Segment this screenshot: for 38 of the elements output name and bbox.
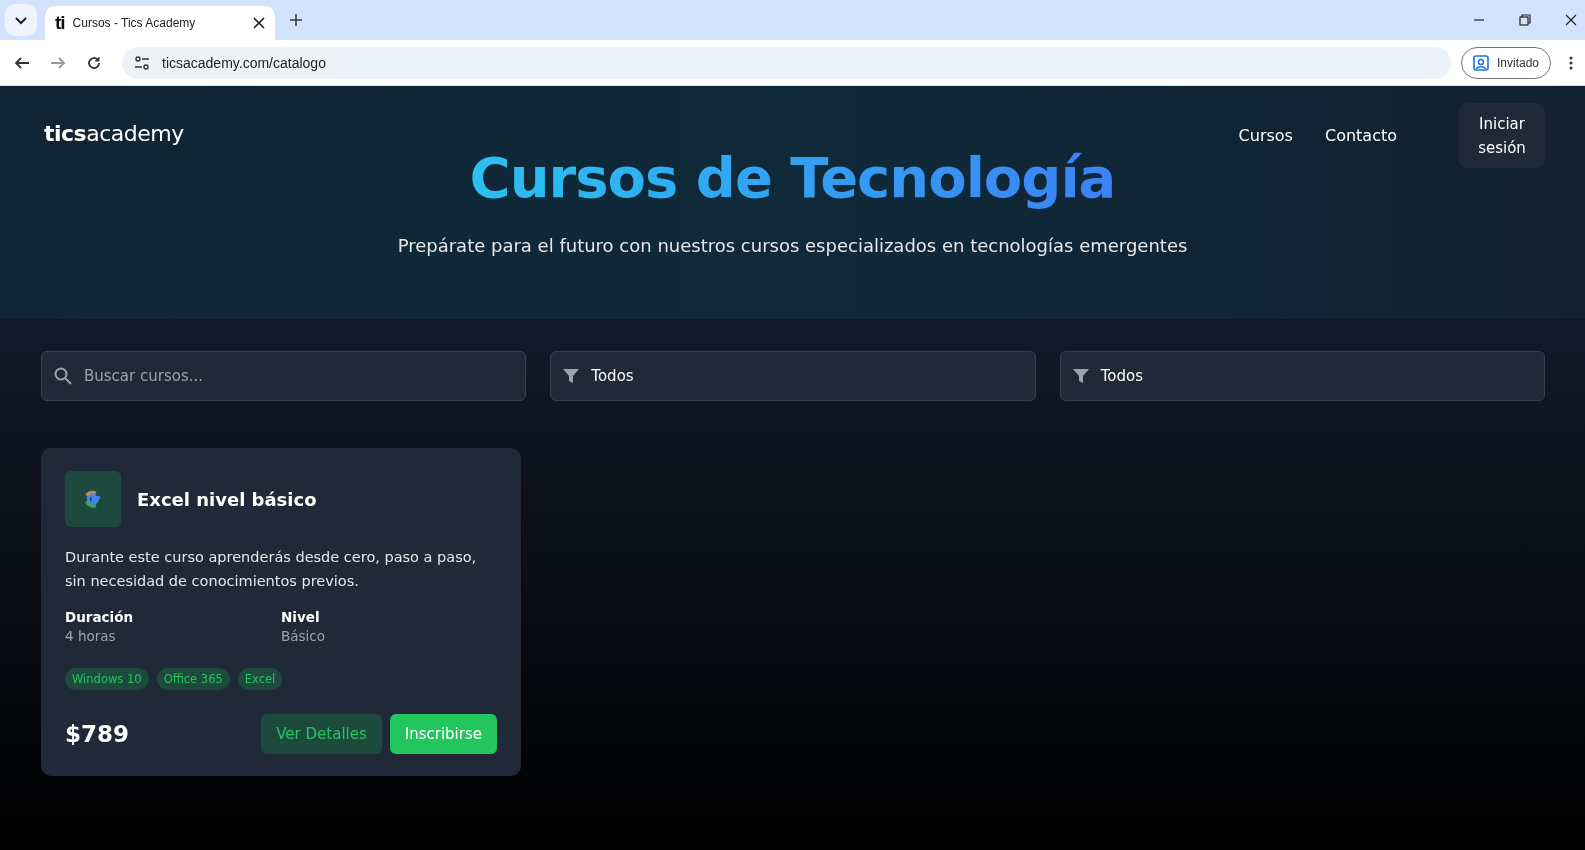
favicon: ti — [55, 12, 65, 34]
logo[interactable]: ticsacademy — [44, 121, 1239, 146]
details-button[interactable]: Ver Detalles — [261, 714, 382, 754]
tag: Office 365 — [156, 668, 230, 690]
more-icon[interactable] — [1569, 54, 1573, 71]
filter-dropdown[interactable]: Todos — [1059, 351, 1545, 401]
page-subtitle: Prepárate para el futuro con nuestros cursos especializados en tecnologías emergentes — [396, 235, 1189, 256]
filter-icon — [563, 368, 580, 384]
nav-link[interactable]: Cursos — [1238, 126, 1293, 145]
close-icon[interactable] — [253, 17, 265, 29]
browser-tab[interactable]: ti Cursos - Tics Academy — [45, 6, 275, 40]
address-bar[interactable]: ticsacademy.com/catalogo — [122, 46, 1451, 79]
nav-link[interactable]: Contacto — [1324, 126, 1397, 145]
search-field[interactable]: Buscar cursos... — [41, 351, 527, 401]
tag: Excel — [237, 668, 283, 690]
close-icon[interactable] — [1565, 14, 1577, 26]
search-icon — [54, 367, 72, 385]
detail-label: Duración — [65, 609, 135, 625]
tab-title: Cursos - Tics Academy — [72, 16, 197, 30]
tab-list-icon[interactable] — [5, 4, 37, 36]
restore-icon[interactable] — [1519, 14, 1531, 26]
detail-value: Básico — [281, 628, 326, 644]
forward-icon[interactable] — [50, 54, 66, 71]
price: $789 — [65, 721, 130, 747]
login-button[interactable]: Iniciar sesión — [1459, 103, 1545, 168]
person-icon — [1472, 54, 1489, 71]
filter-icon — [1072, 368, 1089, 384]
detail-value: 4 horas — [65, 628, 117, 644]
course-description: Durante este curso aprenderás desde cero, paso a paso, sin necesidad de conocimientos previos. — [65, 548, 478, 591]
site-settings-icon[interactable] — [134, 54, 150, 71]
new-tab-icon[interactable] — [289, 13, 303, 27]
filter-dropdown[interactable]: Todos — [550, 351, 1036, 401]
tag: Windows 10 — [65, 668, 149, 690]
back-icon[interactable] — [14, 54, 30, 71]
course-title: Excel nivel básico — [137, 488, 317, 510]
detail-label: Nivel — [281, 609, 321, 625]
url-text: ticsacademy.com/catalogo — [162, 54, 326, 71]
reload-icon[interactable] — [86, 54, 102, 71]
